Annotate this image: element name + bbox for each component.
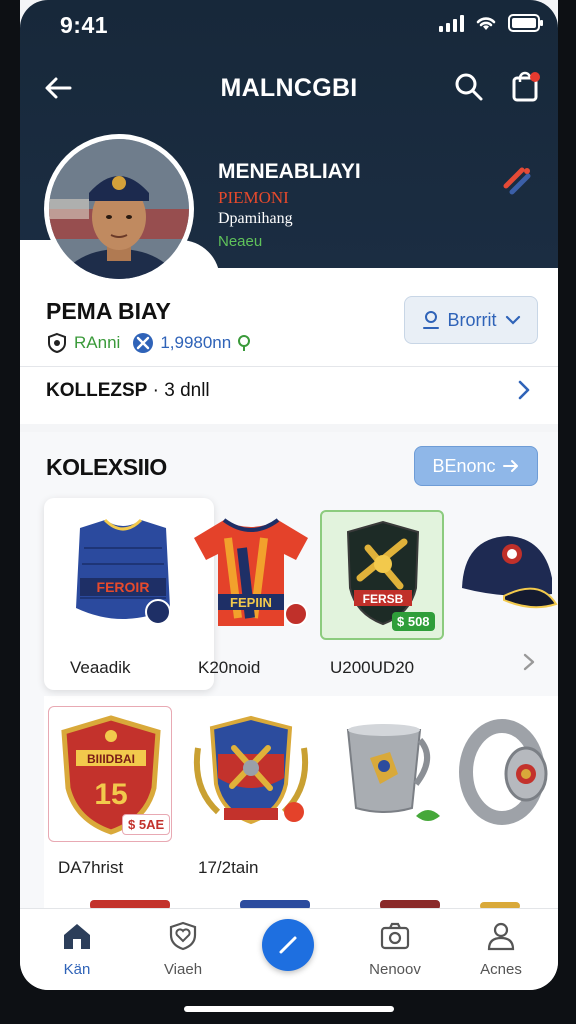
svg-text:BIIIDBAI: BIIIDBAI [87, 752, 135, 766]
red-jersey-icon: FEPIIN [188, 508, 314, 644]
silver-cup-icon [328, 708, 454, 844]
item-card[interactable] [456, 708, 558, 844]
tab-home[interactable]: Kän [32, 919, 122, 978]
item-card[interactable]: FERSB $ 508 U200UD20 [320, 508, 446, 677]
collection-row[interactable]: KOLLEZSP · 3 dnll [46, 380, 210, 402]
tab-label: Acnes [480, 961, 522, 978]
item-card[interactable]: FEROIR Veaadik [60, 508, 186, 677]
shield-badge-icon: FERSB $ 508 [320, 508, 446, 644]
chevron-right-icon[interactable] [514, 378, 534, 402]
tab-news[interactable]: Nenoov [350, 919, 440, 978]
status-bar: 9:41 [20, 0, 558, 52]
divider [20, 366, 558, 367]
chevron-down-icon [505, 315, 520, 325]
home-icon [64, 924, 90, 949]
price-tag: $ 5AE [122, 814, 171, 835]
pencil-icon [279, 936, 297, 954]
section-more-label: BEnonc [432, 455, 496, 476]
avatar[interactable] [44, 134, 194, 284]
navy-cap-icon [452, 508, 558, 644]
bag-icon[interactable] [508, 70, 542, 104]
item-card[interactable] [452, 508, 558, 644]
shield-heart-icon [169, 921, 197, 951]
status-icons [439, 14, 544, 32]
hero-subtitle: PIEMONI [218, 188, 289, 207]
svg-text:FEPIIN: FEPIIN [230, 595, 272, 610]
crest-number: 15 [94, 778, 127, 811]
signal-icon [439, 14, 464, 32]
camera-icon [380, 922, 410, 950]
tab-label: Kän [63, 961, 91, 978]
svg-text:FERSB: FERSB [363, 592, 404, 606]
item-card[interactable]: FEPIIN K20noid [188, 508, 314, 677]
profile-name: PEMA BIAY [46, 298, 171, 324]
hero-description: Dpamihang [218, 210, 293, 227]
follow-button-label: Brorrit [447, 309, 497, 330]
pin-icon [238, 335, 251, 351]
person-icon [487, 922, 515, 951]
section-more-button[interactable]: BEnonc [414, 446, 538, 486]
tools-icon [133, 333, 154, 353]
emblem-crest-icon [188, 708, 314, 844]
red-crest-icon: BIIIDBAI 15 $ 5AE [48, 708, 174, 844]
item-card[interactable]: BIIIDBAI 15 $ 5AE DA7hrist [48, 708, 174, 877]
tab-label: Nenoov [369, 961, 421, 978]
tab-vision[interactable]: Viaeh [138, 919, 228, 978]
arrow-right-icon [502, 460, 518, 472]
wifi-icon [476, 17, 496, 30]
item-label: U200UD20 [330, 658, 415, 677]
profile-meta: RAnni 1,9980nn [46, 332, 251, 354]
avatar-photo [49, 139, 189, 279]
top-nav: MALNCGBI [20, 60, 558, 116]
profile-rank: RAnni [74, 333, 121, 352]
profile-score: 1,9980nn [160, 333, 232, 352]
chevron-right-icon[interactable] [522, 652, 536, 672]
stripes-badge-icon[interactable] [500, 164, 534, 198]
item-label: K20noid [198, 658, 261, 677]
item-label: Veaadik [70, 658, 131, 677]
status-time: 9:41 [60, 12, 109, 38]
tab-label: Viaeh [163, 961, 203, 978]
search-icon[interactable] [452, 70, 486, 104]
app-screen: 9:41 MALNCGBI MENEABLIAYI PIEMONI Dpamih… [20, 0, 558, 990]
section-title: KOLEXSIIO [46, 454, 167, 480]
item-card[interactable] [328, 708, 454, 844]
blue-jersey-icon: FEROIR [60, 508, 186, 644]
battery-icon [508, 14, 543, 32]
edit-fab-button[interactable] [262, 919, 314, 971]
svg-text:FEROIR: FEROIR [97, 579, 150, 595]
item-label: 17/2tain [198, 858, 259, 877]
home-indicator [184, 1006, 394, 1012]
profile-card: PEMA BIAY RAnni 1,9980nn Brorrit KOLLEZS… [20, 268, 558, 424]
collection-count: · 3 dnll [152, 380, 210, 401]
hero-status: Neaeu [218, 233, 263, 250]
ring-icon [456, 708, 558, 844]
price-tag: $ 508 [392, 612, 435, 631]
follow-button[interactable]: Brorrit [404, 296, 538, 344]
item-card[interactable]: 17/2tain [188, 708, 314, 877]
shield-icon [48, 332, 66, 354]
bottom-nav: Kän Viaeh Nenoov Acnes [20, 908, 558, 990]
hero-name: MENEABLIAYI [218, 160, 361, 183]
collection-label: KOLLEZSP [46, 380, 148, 401]
item-label: DA7hrist [58, 858, 124, 877]
user-icon [422, 311, 439, 329]
tab-account[interactable]: Acnes [456, 919, 546, 978]
